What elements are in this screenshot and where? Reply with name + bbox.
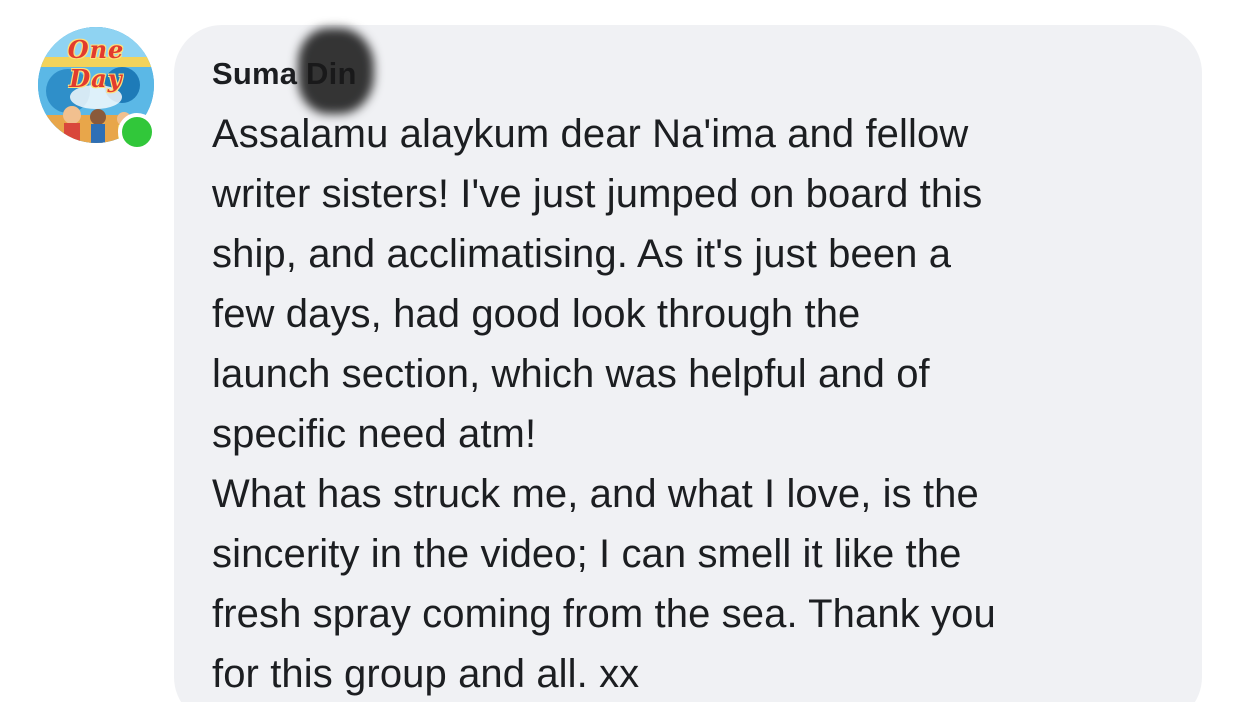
message-line: ship, and acclimatising. As it's just be… xyxy=(212,232,952,276)
message-line: What has struck me, and what I love, is … xyxy=(212,472,979,516)
author-last-name: Din xyxy=(306,56,357,91)
message-line: writer sisters! I've just jumped on boar… xyxy=(212,172,983,216)
comment-message: Assalamu alaykum dear Na'ima and fellow … xyxy=(212,104,1182,702)
comment-author[interactable]: Suma Din xyxy=(212,56,357,92)
message-line: for this group and all. xx xyxy=(212,652,640,696)
avatar-container[interactable]: One Day xyxy=(38,27,156,151)
message-line: few days, had good look through the xyxy=(212,292,861,336)
author-last-name-redacted: Din xyxy=(306,56,357,92)
message-line: sincerity in the video; I can smell it l… xyxy=(212,532,962,576)
online-status-dot xyxy=(118,113,156,151)
message-line: specific need atm! xyxy=(212,412,537,456)
author-first-name[interactable]: Suma xyxy=(212,56,297,91)
message-line: fresh spray coming from the sea. Thank y… xyxy=(212,592,996,636)
message-line: Assalamu alaykum dear Na'ima and fellow xyxy=(212,112,969,156)
message-line: launch section, which was helpful and of xyxy=(212,352,930,396)
